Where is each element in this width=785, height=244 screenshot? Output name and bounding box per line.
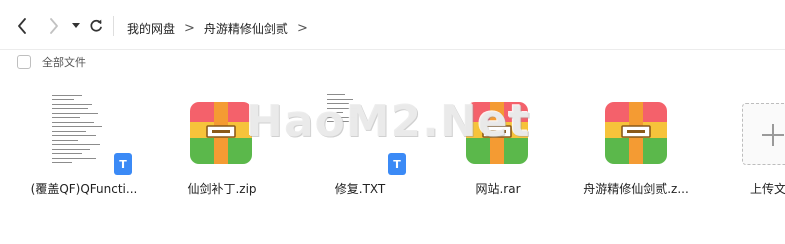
breadcrumb-item-my-drive[interactable]: 我的网盘 xyxy=(127,20,175,37)
document-preview xyxy=(49,90,124,174)
refresh-button[interactable] xyxy=(87,14,105,38)
file-item[interactable]: 舟游精修仙剑贰.z... xyxy=(566,90,706,210)
select-all-checkbox[interactable] xyxy=(17,55,31,69)
select-all-label: 全部文件 xyxy=(42,56,86,69)
file-name: 网站.rar xyxy=(475,182,521,196)
file-name: 修复.TXT xyxy=(334,182,386,196)
file-thumbnail: T xyxy=(290,90,430,176)
file-item[interactable]: T (覆盖QF)QFuncti... xyxy=(14,90,154,210)
text-file-icon: T xyxy=(388,153,406,175)
file-thumbnail: T xyxy=(14,90,154,176)
navigation-bar: 我的网盘 > 舟游精修仙剑贰 > xyxy=(0,0,785,50)
caret-down-icon xyxy=(72,23,80,28)
refresh-icon xyxy=(90,19,102,32)
archive-icon xyxy=(190,102,252,164)
document-preview xyxy=(323,90,398,174)
file-thumbnail xyxy=(428,90,568,176)
upload-button[interactable] xyxy=(742,103,785,165)
file-item[interactable]: 网站.rar xyxy=(428,90,568,210)
breadcrumb: 我的网盘 > 舟游精修仙剑贰 > xyxy=(127,18,317,38)
file-thumbnail xyxy=(566,90,706,176)
plus-icon xyxy=(762,124,784,146)
back-button[interactable] xyxy=(12,14,32,38)
upload-label: 上传文件 xyxy=(750,182,785,196)
file-name: 舟游精修仙剑贰.z... xyxy=(583,182,689,196)
archive-icon xyxy=(466,102,528,164)
archive-icon xyxy=(605,102,667,164)
history-dropdown-button[interactable] xyxy=(70,14,82,38)
breadcrumb-separator: > xyxy=(296,20,308,36)
select-all-row: 全部文件 xyxy=(17,54,86,70)
file-name: 仙剑补丁.zip xyxy=(187,182,257,196)
forward-button[interactable] xyxy=(44,14,64,38)
file-name: (覆盖QF)QFuncti... xyxy=(30,182,138,196)
chevron-left-icon xyxy=(18,18,26,34)
file-item[interactable]: 仙剑补丁.zip xyxy=(152,90,292,210)
breadcrumb-item-current-folder[interactable]: 舟游精修仙剑贰 xyxy=(204,20,288,37)
file-thumbnail xyxy=(152,90,292,176)
file-item[interactable]: T 修复.TXT xyxy=(290,90,430,210)
chevron-right-icon xyxy=(50,18,58,34)
nav-divider xyxy=(113,16,114,36)
breadcrumb-separator: > xyxy=(184,20,195,36)
text-file-icon: T xyxy=(114,153,132,175)
